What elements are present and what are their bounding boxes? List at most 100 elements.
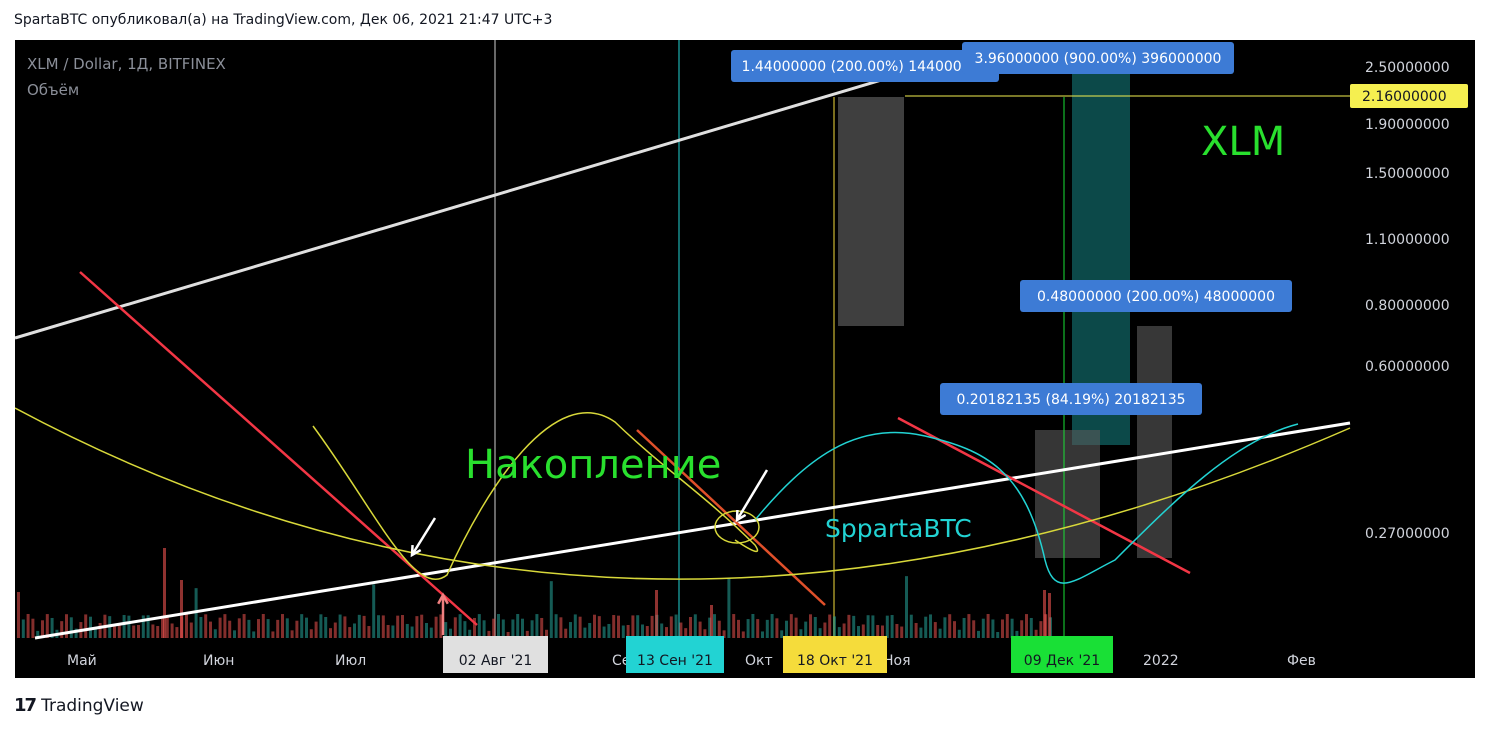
volume-bar	[434, 616, 438, 638]
volume-bar	[852, 615, 856, 638]
volume-spike	[180, 580, 183, 638]
tradingview-brand: 17 TradingView	[14, 695, 144, 716]
volume-bar	[833, 616, 836, 638]
volume-bar	[847, 614, 851, 638]
volume-bar	[775, 618, 779, 638]
volume-bar	[607, 623, 611, 638]
volume-bar	[381, 615, 385, 638]
volume-bar	[977, 630, 980, 638]
volume-bar	[693, 614, 697, 638]
volume-bar	[185, 614, 188, 638]
volume-bar	[266, 619, 270, 638]
volume-bar	[252, 631, 256, 638]
volume-bar	[132, 625, 136, 638]
volume-bar	[641, 624, 644, 638]
volume-bar	[530, 620, 534, 638]
volume-bar	[415, 616, 419, 638]
volume-bar	[343, 616, 347, 638]
price-chart[interactable]: 2.50000000 1.90000000 1.50000000 1.10000000…	[14, 40, 1475, 678]
volume-bar	[300, 614, 304, 638]
volume-bar	[765, 619, 769, 638]
volume-bar	[578, 616, 582, 638]
volume-bar	[943, 617, 947, 638]
volume-bar	[957, 629, 961, 638]
volume-bar	[156, 626, 160, 638]
volume-bar	[444, 622, 448, 638]
volume-bar	[823, 622, 827, 638]
volume-bar	[924, 616, 928, 638]
volume-spike	[1043, 590, 1046, 638]
volume-bar	[674, 614, 678, 638]
volume-bar	[482, 620, 486, 638]
volume-bar	[477, 614, 481, 638]
volume-bar	[314, 621, 318, 638]
volume-bar	[69, 617, 73, 638]
volume-bar	[967, 614, 971, 638]
volume-bar	[540, 617, 544, 638]
volume-bar	[732, 614, 736, 638]
volume-bar	[1025, 614, 1028, 638]
projection-gray-column-2	[1035, 430, 1100, 558]
volume-bar	[295, 620, 299, 638]
tradingview-brand-text: TradingView	[41, 695, 144, 716]
xlm-annotation: XLM	[1201, 119, 1285, 165]
volume-bar	[914, 623, 918, 638]
volume-bar	[261, 614, 265, 638]
volume-bar	[794, 617, 798, 638]
volume-bar	[401, 615, 404, 638]
volume-bar	[199, 616, 203, 638]
volume-spike	[1048, 593, 1051, 638]
volume-bar	[631, 615, 635, 638]
volume-bar	[405, 623, 409, 638]
x-tick-label: Фев	[1287, 653, 1316, 669]
accumulation-annotation: Накопление	[465, 442, 721, 488]
volume-bar	[21, 619, 25, 638]
volume-bar	[233, 630, 236, 638]
tradingview-logo-icon: 17	[14, 695, 37, 716]
volume-bar	[890, 615, 894, 638]
chart-canvas[interactable]: 2.50000000 1.90000000 1.50000000 1.10000000…	[14, 40, 1475, 678]
volume-bar	[165, 614, 169, 638]
volume-bar	[866, 615, 870, 638]
volume-bar	[549, 581, 553, 638]
volume-bar	[271, 631, 275, 638]
volume-bar	[521, 618, 524, 638]
x-tick-label: Июл	[335, 653, 366, 669]
y-tick-label: 1.50000000	[1365, 166, 1450, 182]
volume-bar	[372, 584, 376, 638]
volume-bar	[986, 614, 990, 638]
volume-bar	[257, 619, 260, 638]
volume-bar	[453, 617, 457, 638]
x-tick-label: 2022	[1143, 653, 1179, 669]
volume-bar	[213, 629, 217, 638]
volume-bar	[189, 622, 193, 638]
volume-bar	[588, 622, 592, 638]
volume-bar	[679, 622, 683, 638]
volume-bar	[991, 619, 995, 638]
volume-bar	[137, 624, 140, 638]
volume-bar	[391, 625, 395, 638]
volume-bar	[621, 625, 625, 638]
volume-bar	[1029, 617, 1033, 638]
volume-bar	[333, 622, 337, 638]
measure-label-text: 0.48000000 (200.00%) 48000000	[1037, 289, 1275, 305]
volume-bar	[535, 614, 539, 638]
volume-bar	[871, 615, 875, 638]
volume-bar	[429, 627, 433, 638]
volume-bar	[583, 627, 587, 638]
volume-bar	[237, 618, 241, 638]
volume-bar	[338, 614, 342, 638]
projection-gray-column	[838, 97, 904, 326]
x-date-label-text: 18 Окт '21	[797, 653, 873, 669]
volume-bar	[953, 621, 956, 638]
volume-bar	[1010, 618, 1014, 638]
volume-bar	[1001, 619, 1004, 638]
arrow-sep	[735, 469, 769, 521]
volume-spike	[163, 548, 166, 638]
volume-bar	[285, 618, 289, 638]
volume-bar	[309, 629, 313, 638]
volume-bar	[324, 616, 328, 638]
volume-bar	[290, 630, 294, 638]
volume-bar	[362, 615, 366, 638]
volume-bar	[511, 619, 515, 638]
